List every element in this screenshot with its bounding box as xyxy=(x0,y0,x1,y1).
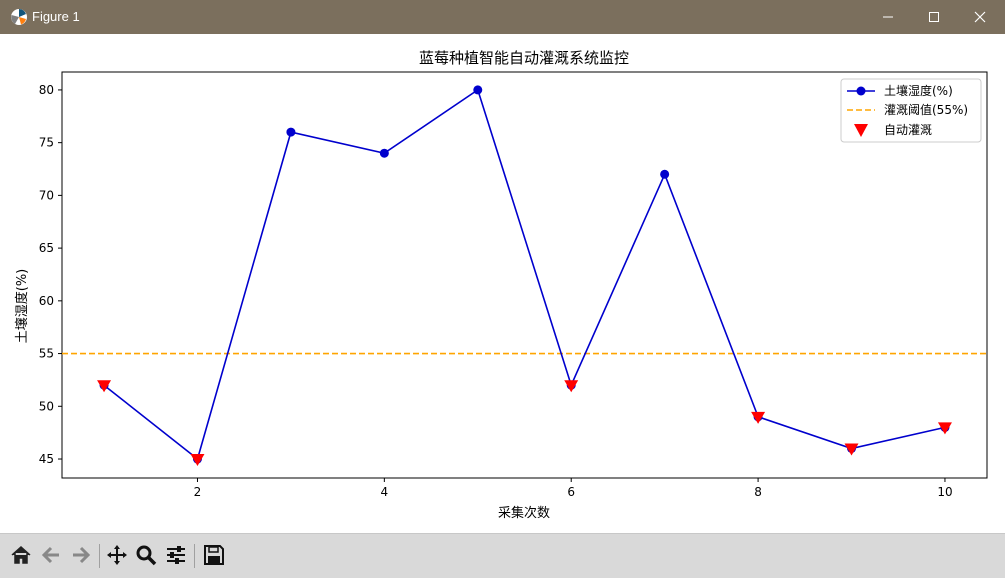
close-button[interactable] xyxy=(957,0,1003,34)
title-bar: Figure 1 xyxy=(0,0,1005,34)
matplotlib-app-icon xyxy=(11,9,27,25)
x-tick-label: 4 xyxy=(381,485,389,499)
home-icon xyxy=(11,545,31,564)
chart-title: 蓝莓种植智能自动灌溉系统监控 xyxy=(419,49,629,67)
legend-label-irrigation: 自动灌溉 xyxy=(884,123,932,137)
data-point xyxy=(286,127,296,137)
home-button[interactable] xyxy=(8,542,34,568)
maximize-button[interactable] xyxy=(911,0,957,34)
legend-marker-swatch xyxy=(856,86,866,96)
x-tick-label: 8 xyxy=(754,485,762,499)
figure-window: Figure 1 蓝莓种植智能自动灌溉系统监控 采集次数 土壤湿度(%) 2 4 6… xyxy=(0,0,1005,578)
y-tick-label: 45 xyxy=(39,452,54,466)
irrigation-marker xyxy=(844,443,859,456)
legend-label-threshold: 灌溉阈值(55%) xyxy=(884,102,968,117)
data-point xyxy=(473,85,483,95)
plot-area xyxy=(62,85,987,467)
minimize-icon xyxy=(883,16,893,18)
irrigation-marker xyxy=(190,454,205,467)
forward-icon xyxy=(73,546,91,564)
y-tick-label: 50 xyxy=(39,399,54,413)
pan-icon xyxy=(107,545,127,565)
line-chart: 蓝莓种植智能自动灌溉系统监控 采集次数 土壤湿度(%) 2 4 6 8 10 45 50 55… xyxy=(14,49,988,521)
save-icon xyxy=(204,545,224,565)
back-button[interactable] xyxy=(38,542,64,568)
x-tick-label: 6 xyxy=(567,485,575,499)
data-point xyxy=(660,169,670,179)
y-tick-label: 55 xyxy=(39,347,54,361)
irrigation-marker xyxy=(97,380,112,393)
navigation-toolbar xyxy=(0,533,1005,578)
save-button[interactable] xyxy=(201,542,227,568)
y-tick-label: 70 xyxy=(39,188,54,202)
minimize-button[interactable] xyxy=(865,0,911,34)
x-axis-label: 采集次数 xyxy=(498,505,550,521)
forward-button[interactable] xyxy=(68,542,94,568)
legend: 土壤湿度(%) 灌溉阈值(55%) 自动灌溉 xyxy=(840,78,982,143)
y-tick-label: 60 xyxy=(39,294,54,308)
data-point xyxy=(379,148,389,158)
zoom-button[interactable] xyxy=(133,542,159,568)
window-title: Figure 1 xyxy=(32,9,80,24)
figure-canvas[interactable]: 蓝莓种植智能自动灌溉系统监控 采集次数 土壤湿度(%) 2 4 6 8 10 45 50 55… xyxy=(3,34,1002,533)
pan-button[interactable] xyxy=(104,542,130,568)
toolbar-separator xyxy=(99,544,100,568)
configure-subplots-icon xyxy=(167,546,185,564)
irrigation-marker xyxy=(564,380,579,393)
back-icon xyxy=(41,546,59,564)
y-tick-label: 65 xyxy=(39,241,54,255)
y-tick-label: 80 xyxy=(39,83,54,97)
maximize-icon xyxy=(929,12,939,22)
toolbar-separator xyxy=(194,544,195,568)
series-line xyxy=(103,88,946,461)
legend-label-moisture: 土壤湿度(%) xyxy=(884,83,953,98)
x-tick-label: 2 xyxy=(194,485,202,499)
y-axis-label: 土壤湿度(%) xyxy=(14,269,30,344)
y-tick-label: 75 xyxy=(39,136,54,150)
zoom-icon xyxy=(136,545,157,566)
configure-subplots-button[interactable] xyxy=(163,542,189,568)
x-tick-label: 10 xyxy=(937,485,952,499)
close-icon xyxy=(974,11,986,23)
